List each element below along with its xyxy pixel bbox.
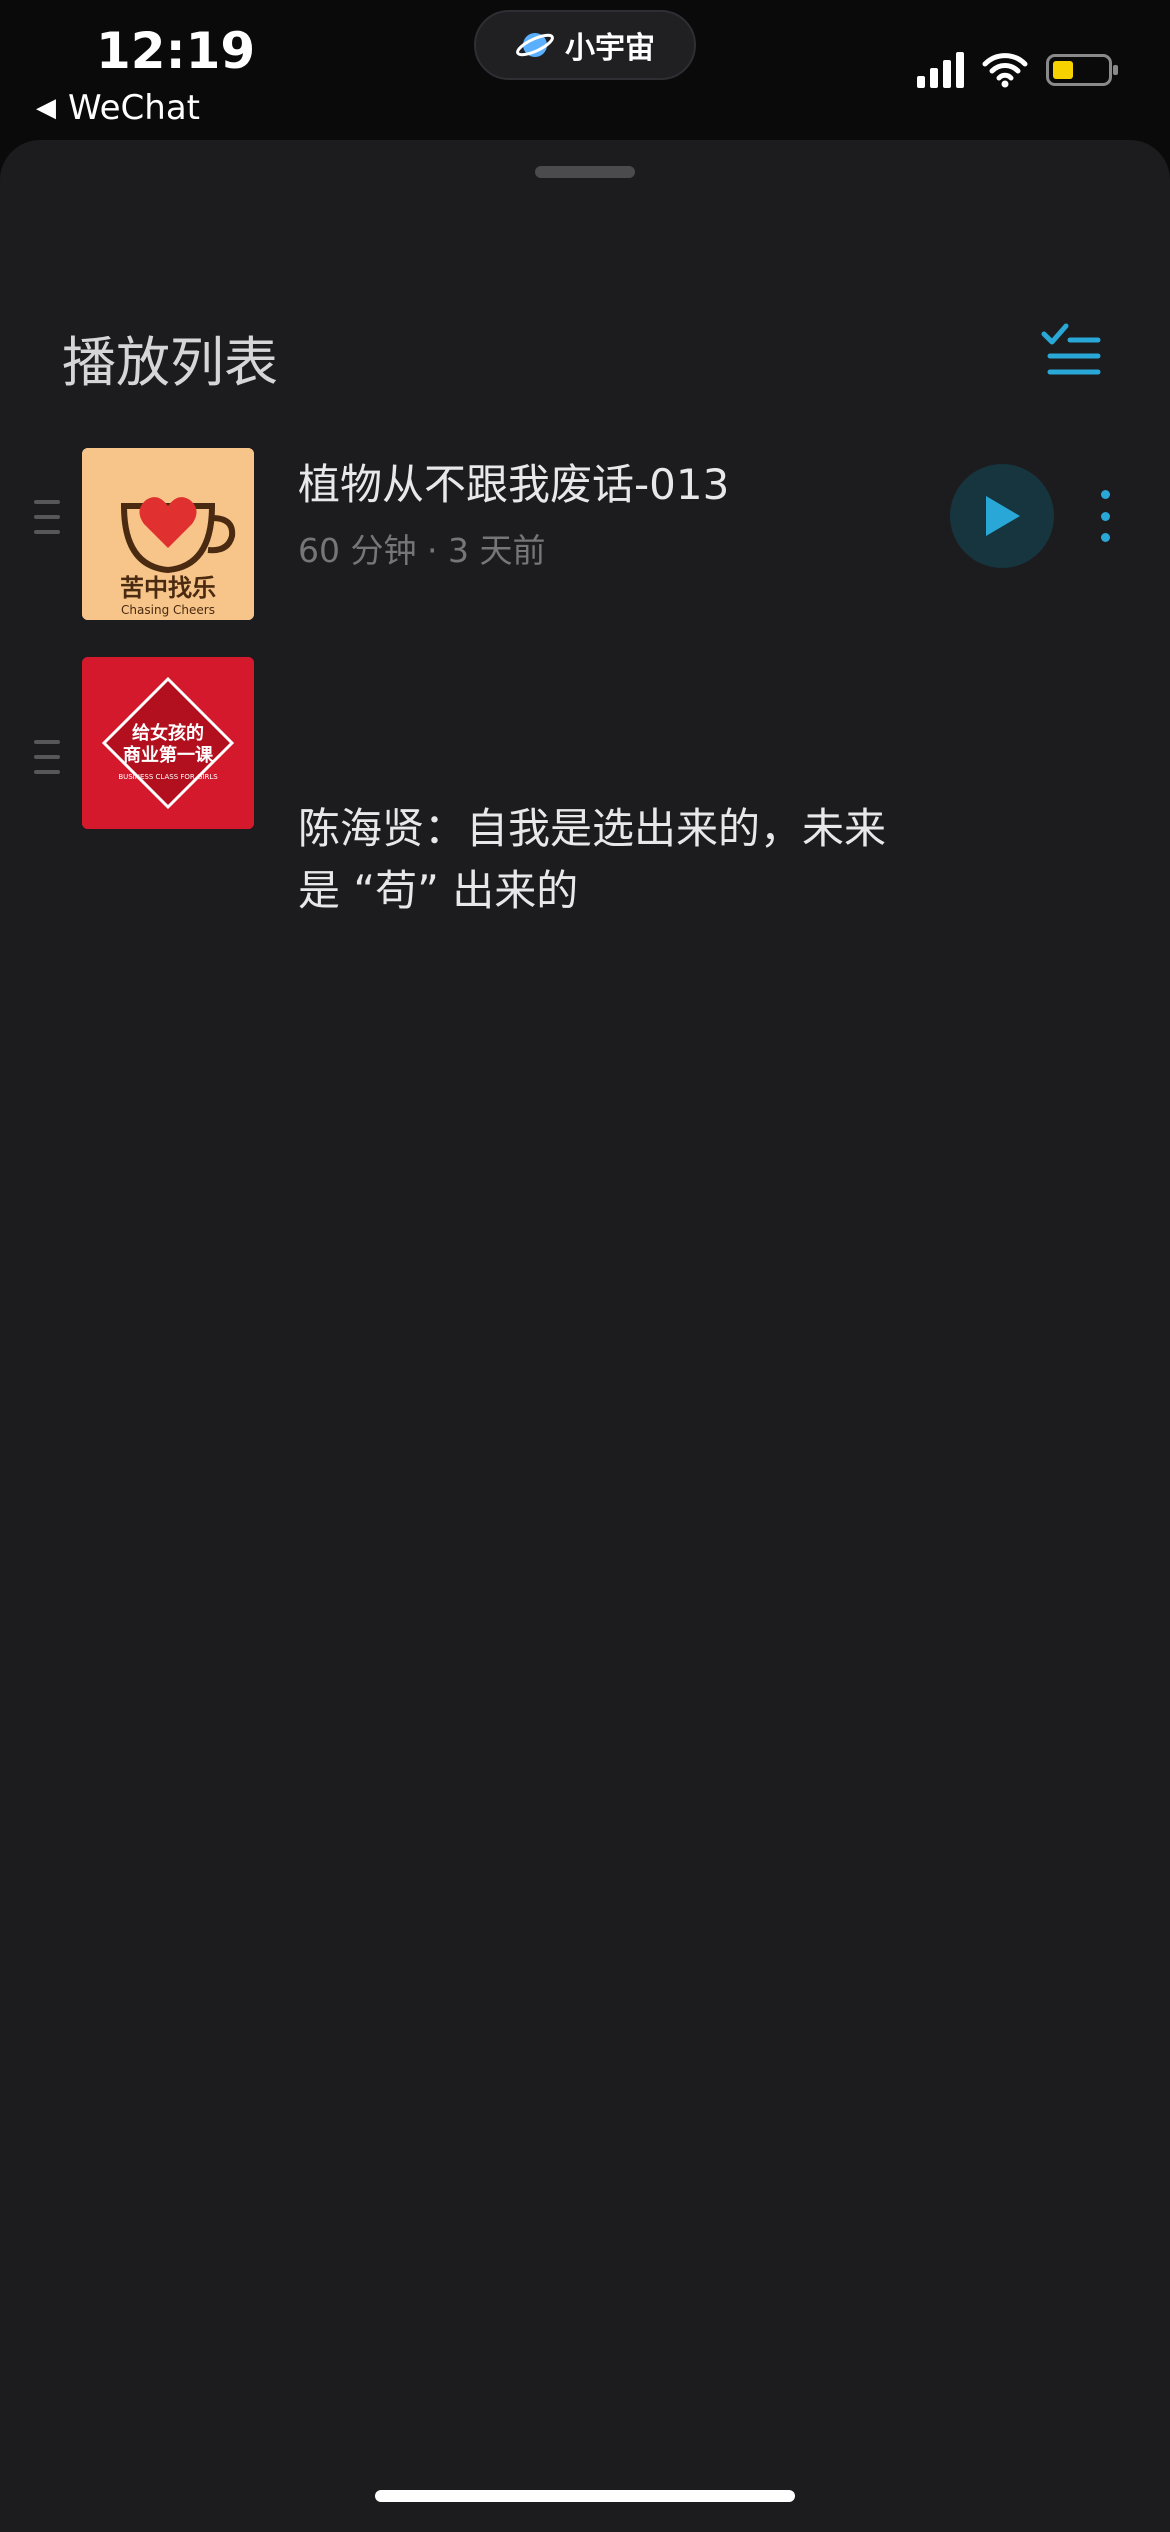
sheet-grabber[interactable] [535,166,635,178]
episode-cover: 给女孩的 商业第一课 BUSINESS CLASS FOR GIRLS [82,657,254,829]
episode-title: 植物从不跟我废话-013 [298,460,730,509]
app-pill-label: 小宇宙 [565,31,655,66]
play-button[interactable] [950,464,1054,568]
svg-text:BUSINESS CLASS FOR GIRLS: BUSINESS CLASS FOR GIRLS [118,773,218,781]
status-time: 12:19 [96,22,256,80]
more-options-icon[interactable] [1098,490,1112,542]
playlist-sheet: 播放列表 苦中找乐 Chasing Cheers 植物从不跟我废话-013 60… [0,140,1170,2532]
planet-icon [516,33,554,57]
back-to-wechat[interactable]: ◀ WeChat [36,88,200,128]
back-arrow-icon: ◀ [36,93,56,123]
screen: 12:19 ◀ WeChat 小宇宙 播放列表 苦中找乐 Chasing Che… [0,0,1170,2532]
playlist-check-icon[interactable] [1040,322,1102,376]
episode-meta: 60 分钟 · 3 天前 [298,531,546,570]
app-pill[interactable]: 小宇宙 [474,10,696,80]
drag-handle-icon[interactable] [34,500,60,534]
play-icon [986,496,1020,536]
episode-cover: 苦中找乐 Chasing Cheers [82,448,254,620]
episode-title: 陈海贤：自我是选出来的，未来是 “苟” 出来的 [298,804,887,915]
svg-text:Chasing Cheers: Chasing Cheers [121,603,215,617]
home-indicator[interactable] [375,2490,795,2502]
episode-row[interactable]: 给女孩的 商业第一课 BUSINESS CLASS FOR GIRLS 陈海贤：… [0,650,1170,915]
back-label: WeChat [68,88,200,128]
battery-icon [1046,54,1118,86]
svg-text:商业第一课: 商业第一课 [123,744,214,766]
drag-handle-icon[interactable] [34,740,60,774]
wifi-icon [982,53,1028,88]
svg-text:苦中找乐: 苦中找乐 [120,574,216,602]
sheet-title: 播放列表 [62,331,278,394]
status-bar: 12:19 ◀ WeChat 小宇宙 [0,0,1170,140]
cellular-signal-icon [917,52,964,88]
svg-text:给女孩的: 给女孩的 [132,722,204,744]
system-indicators [917,52,1118,88]
episode-row[interactable]: 苦中找乐 Chasing Cheers 植物从不跟我废话-013 60 分钟 ·… [0,410,1170,650]
